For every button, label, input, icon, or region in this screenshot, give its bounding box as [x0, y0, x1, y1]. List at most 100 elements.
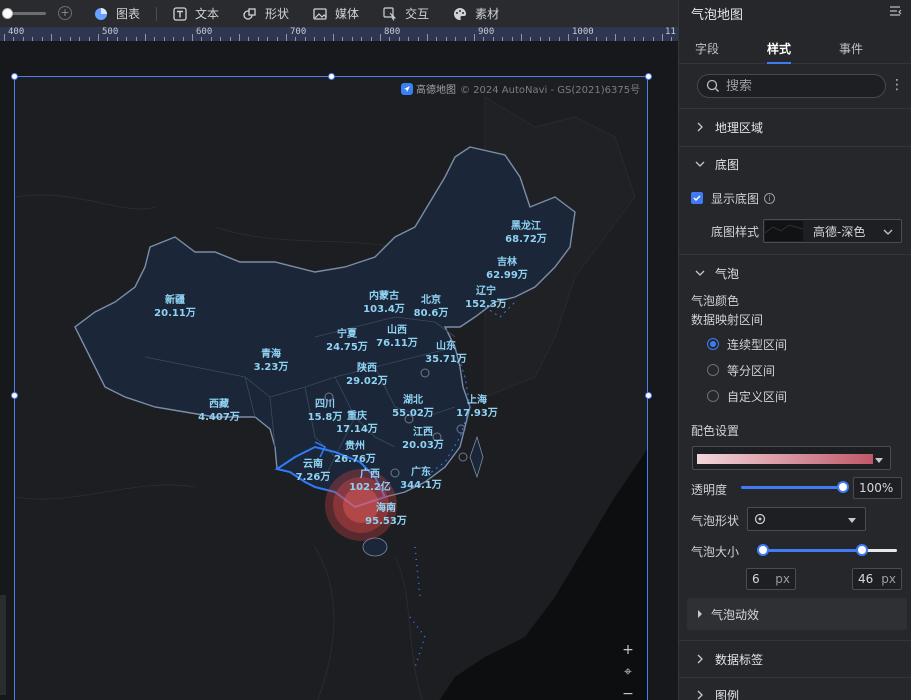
resize-handle-ne[interactable]	[645, 73, 652, 80]
properties-panel: 气泡地图 字段 样式 事件 ⋮ 地理区域 底图 显示底图 i 底图样式 高德-深…	[678, 0, 911, 700]
province-value-label: 76.11万	[376, 337, 418, 349]
ruler-tick	[145, 34, 146, 41]
size-max-knob[interactable]	[856, 544, 868, 556]
radio-continuous[interactable]	[707, 338, 719, 350]
radio-equal-label: 等分区间	[727, 364, 776, 378]
province-value-label: 26.76万	[334, 453, 376, 465]
size-min-input[interactable]: 6 px	[746, 568, 796, 590]
chevron-right-icon	[695, 654, 705, 664]
section-bubble[interactable]: 气泡	[679, 258, 911, 288]
attribution-text: © 2024 AutoNavi - GS(2021)6375号	[460, 85, 641, 96]
section-title: 底图	[715, 157, 740, 172]
size-max-unit: px	[881, 572, 896, 586]
province-value-label: 7.26万	[296, 471, 331, 483]
tool-media[interactable]: 媒体	[301, 0, 371, 27]
section-legend[interactable]: 图例	[679, 680, 911, 700]
zoom-knob[interactable]	[2, 8, 13, 19]
radio-custom[interactable]	[707, 390, 719, 402]
ruler-label: 1000	[572, 27, 594, 37]
map-zoom-out-icon[interactable]: −	[621, 687, 635, 700]
tool-chart[interactable]: 图表	[82, 0, 152, 27]
radio-equal[interactable]	[707, 364, 719, 376]
ruler-tick	[662, 34, 663, 41]
tool-assets[interactable]: 素材	[441, 0, 511, 27]
resize-handle-nw[interactable]	[11, 73, 18, 80]
show-basemap-label: 显示底图	[711, 192, 760, 206]
color-setting-label: 配色设置	[691, 424, 740, 438]
radio-continuous-label: 连续型区间	[727, 338, 788, 352]
province-name-label: 北京	[421, 293, 441, 306]
tab-style[interactable]: 样式	[767, 40, 791, 57]
section-title: 图例	[715, 688, 740, 700]
section-divider	[679, 254, 911, 255]
province-value-label: 55.02万	[392, 407, 434, 419]
size-min-unit: px	[775, 572, 790, 586]
color-ramp-preview	[697, 454, 873, 464]
section-title: 数据标签	[715, 652, 764, 667]
tab-fields[interactable]: 字段	[695, 40, 719, 57]
tool-text[interactable]: 文本	[161, 0, 231, 27]
ruler-tick	[51, 34, 52, 41]
china-map: 黑龙江68.72万吉林62.99万辽宁152.3万 内蒙古103.4万 北京80.6…	[15, 77, 647, 700]
ruler-tick	[4, 34, 5, 41]
interaction-icon	[383, 6, 397, 21]
section-data-labels[interactable]: 数据标签	[679, 644, 911, 674]
province-name-label: 青海	[261, 347, 281, 360]
bubble-animation-row[interactable]: 气泡动效	[687, 598, 907, 630]
tab-events[interactable]: 事件	[839, 40, 863, 57]
province-value-label: 17.14万	[336, 423, 378, 435]
size-max-value: 46	[858, 572, 874, 586]
size-slider-range	[763, 549, 863, 552]
opacity-slider-track[interactable]	[741, 486, 845, 489]
bubble-map-component[interactable]: 黑龙江 68.72万 吉林 62.99万 辽宁 152.3万 内蒙古 103.4万 北京 80.6…	[14, 76, 648, 700]
ruler-tick	[380, 34, 381, 41]
province-name-label: 西藏	[209, 397, 229, 410]
province-name-label: 湖北	[403, 393, 423, 406]
ruler-tick	[427, 34, 428, 41]
color-ramp-select[interactable]	[692, 446, 891, 470]
search-box[interactable]	[697, 74, 886, 98]
tool-assets-label: 素材	[475, 7, 500, 21]
canvas-scrollbar[interactable]	[0, 595, 6, 695]
chevron-down-icon	[883, 226, 893, 236]
tool-shape[interactable]: 形状	[231, 0, 301, 27]
resize-handle-n[interactable]	[328, 73, 335, 80]
province-value-label: 62.99万	[486, 269, 528, 281]
tool-interaction[interactable]: 交互	[371, 0, 441, 27]
horizontal-ruler: 400 500 600 700 800 900 1000 11	[0, 27, 678, 41]
opacity-slider-knob[interactable]	[837, 481, 849, 493]
section-geo-area[interactable]: 地理区域	[679, 112, 911, 142]
resize-handle-e[interactable]	[645, 392, 652, 399]
search-input[interactable]	[726, 78, 876, 94]
tool-media-label: 媒体	[335, 7, 360, 21]
province-name-label: 广东	[411, 465, 431, 478]
map-zoom-in-icon[interactable]: +	[621, 643, 635, 657]
ruler-label: 11	[665, 27, 676, 37]
province-name-label: 内蒙古	[369, 289, 399, 302]
collapse-panel-icon[interactable]	[888, 4, 904, 20]
editor-canvas[interactable]: 黑龙江 68.72万 吉林 62.99万 辽宁 152.3万 内蒙古 103.4万 北京 80.6…	[0, 41, 678, 700]
zoom-plus-icon[interactable]: +	[58, 6, 72, 20]
province-value-label: 102.2亿	[349, 480, 391, 493]
canvas-zoom-slider[interactable]: +	[0, 0, 72, 27]
ruler-label: 800	[384, 27, 401, 37]
section-basemap[interactable]: 底图	[679, 149, 911, 179]
chevron-down-icon	[695, 159, 705, 169]
ruler-tick	[333, 34, 334, 41]
province-name-label: 江西	[413, 425, 433, 438]
ruler-label: 600	[196, 27, 213, 37]
size-min-knob[interactable]	[757, 544, 769, 556]
more-options-icon[interactable]: ⋮	[890, 76, 904, 96]
show-basemap-checkbox[interactable]	[691, 192, 703, 204]
size-max-input[interactable]: 46 px	[852, 568, 902, 590]
active-tab-indicator	[767, 62, 791, 64]
ruler-label: 500	[102, 27, 119, 37]
shape-icon	[243, 7, 257, 21]
bubble-shape-select[interactable]	[747, 507, 866, 531]
basemap-style-select[interactable]: 高德-深色	[763, 219, 902, 243]
resize-handle-w[interactable]	[11, 392, 18, 399]
map-locate-icon[interactable]: ⌖	[621, 665, 635, 679]
ruler-label: 700	[290, 27, 307, 37]
opacity-input[interactable]: 100%	[853, 477, 902, 499]
info-icon[interactable]: i	[764, 193, 775, 204]
